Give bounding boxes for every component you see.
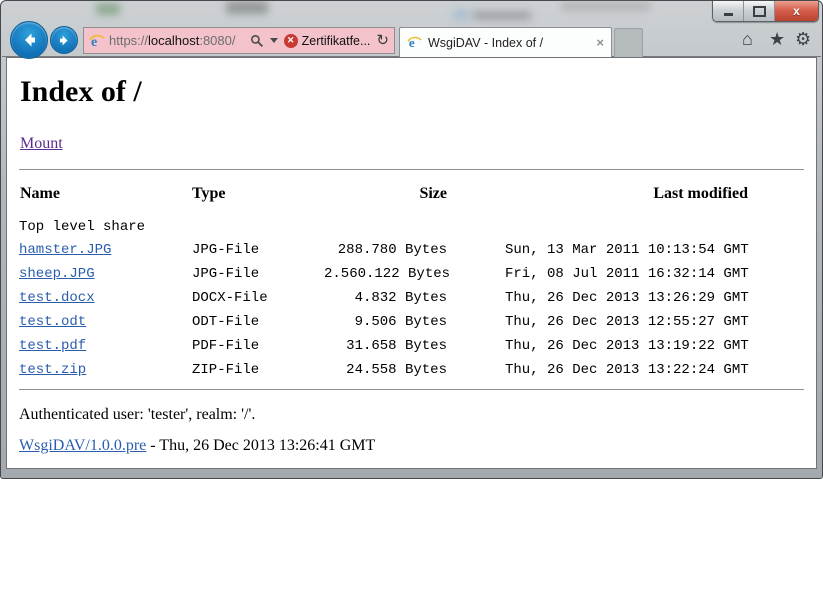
browser-window: x e https://localhost:8080/ [0, 0, 823, 479]
address-bar[interactable]: e https://localhost:8080/ ✕ Zertifikatfe… [83, 27, 395, 54]
url-port-path: :8080/ [199, 33, 235, 48]
file-size: 31.658 Bytes [324, 334, 447, 358]
file-link[interactable]: test.docx [19, 286, 192, 310]
certificate-error-icon: ✕ [284, 34, 298, 48]
share-label: Top level share [19, 216, 804, 238]
glass-blur-blob [226, 1, 268, 14]
forward-button[interactable] [50, 26, 78, 54]
file-modified: Thu, 26 Dec 2013 13:19:22 GMT [505, 334, 749, 358]
file-size: 9.506 Bytes [324, 310, 447, 334]
table-header-row: Name Type Size Last modified [19, 185, 804, 207]
page-title: Index of / [20, 77, 804, 107]
window-controls: x [712, 1, 819, 22]
server-timestamp: - Thu, 26 Dec 2013 13:26:41 GMT [146, 437, 375, 454]
glass-blur-blob [561, 1, 651, 11]
table-row: test.odt ODT-File 9.506 Bytes Thu, 26 De… [19, 310, 804, 334]
column-header-type: Type [192, 185, 225, 203]
file-type: ZIP-File [192, 358, 324, 382]
favorites-star-icon[interactable]: ★ [769, 29, 785, 49]
file-type: DOCX-File [192, 286, 324, 310]
ie-favicon: e [407, 35, 422, 50]
wsgidav-version-link[interactable]: WsgiDAV/1.0.0.pre [19, 437, 146, 454]
tab-close-icon[interactable]: × [596, 35, 604, 50]
file-size: 288.780 Bytes [324, 238, 447, 262]
file-link[interactable]: test.pdf [19, 334, 192, 358]
file-modified: Thu, 26 Dec 2013 13:26:29 GMT [505, 286, 749, 310]
url-host: localhost [148, 33, 199, 48]
table-row: hamster.JPG JPG-File 288.780 Bytes Sun, … [19, 238, 804, 262]
file-link[interactable]: sheep.JPG [19, 262, 192, 286]
search-icon[interactable] [250, 34, 264, 48]
back-button[interactable] [10, 21, 48, 59]
tab-title: WsgiDAV - Index of / [428, 36, 543, 50]
column-header-size: Size [324, 185, 447, 203]
glass-blur-blob [96, 3, 120, 15]
divider [19, 169, 804, 170]
url-scheme: https:// [109, 33, 148, 48]
search-dropdown-caret-icon[interactable] [270, 38, 278, 43]
file-modified: Fri, 08 Jul 2011 16:32:14 GMT [505, 262, 749, 286]
file-modified: Thu, 26 Dec 2013 12:55:27 GMT [505, 310, 749, 334]
refresh-icon[interactable]: ↻ [376, 33, 389, 48]
forward-arrow-icon [57, 33, 72, 48]
new-tab-button[interactable] [614, 28, 643, 57]
table-row: test.zip ZIP-File 24.558 Bytes Thu, 26 D… [19, 358, 804, 382]
file-link[interactable]: hamster.JPG [19, 238, 192, 262]
page-content: Index of / Mount Name Type Size Last mod… [6, 57, 817, 469]
column-header-last-modified: Last modified [547, 185, 748, 203]
minimize-button[interactable] [713, 1, 744, 21]
divider [19, 389, 804, 390]
column-header-name: Name [20, 185, 60, 203]
close-icon: x [793, 4, 800, 18]
file-link[interactable]: test.zip [19, 358, 192, 382]
minimize-icon [724, 13, 733, 16]
table-row: test.pdf PDF-File 31.658 Bytes Thu, 26 D… [19, 334, 804, 358]
file-size: 24.558 Bytes [324, 358, 447, 382]
home-icon[interactable]: ⌂ [742, 29, 753, 49]
server-signature: WsgiDAV/1.0.0.pre - Thu, 26 Dec 2013 13:… [19, 437, 804, 455]
maximize-icon [753, 6, 766, 17]
file-type: ODT-File [192, 310, 324, 334]
settings-gear-icon[interactable]: ⚙ [795, 29, 811, 49]
file-link[interactable]: test.odt [19, 310, 192, 334]
certificate-error-button[interactable]: Zertifikatfe... [302, 34, 371, 48]
file-size: 2.560.122 Bytes [324, 262, 447, 286]
close-window-button[interactable]: x [775, 1, 818, 21]
glass-blur-blob [453, 9, 469, 21]
url-text: https://localhost:8080/ [109, 33, 236, 48]
ie-favicon: e [89, 33, 105, 49]
maximize-button[interactable] [744, 1, 775, 21]
file-modified: Thu, 26 Dec 2013 13:22:24 GMT [505, 358, 749, 382]
mount-link[interactable]: Mount [20, 135, 63, 153]
back-arrow-icon [19, 30, 39, 50]
file-type: JPG-File [192, 262, 324, 286]
file-type: PDF-File [192, 334, 324, 358]
table-row: test.docx DOCX-File 4.832 Bytes Thu, 26 … [19, 286, 804, 310]
glass-blur-blob [473, 11, 531, 20]
navigation-bar: e https://localhost:8080/ ✕ Zertifikatfe… [2, 23, 821, 57]
auth-status-text: Authenticated user: 'tester', realm: '/'… [19, 406, 804, 424]
file-size: 4.832 Bytes [324, 286, 447, 310]
file-type: JPG-File [192, 238, 324, 262]
file-modified: Sun, 13 Mar 2011 10:13:54 GMT [505, 238, 749, 262]
tab-wsgidav[interactable]: e WsgiDAV - Index of / × [399, 27, 612, 57]
table-row: sheep.JPG JPG-File 2.560.122 Bytes Fri, … [19, 262, 804, 286]
